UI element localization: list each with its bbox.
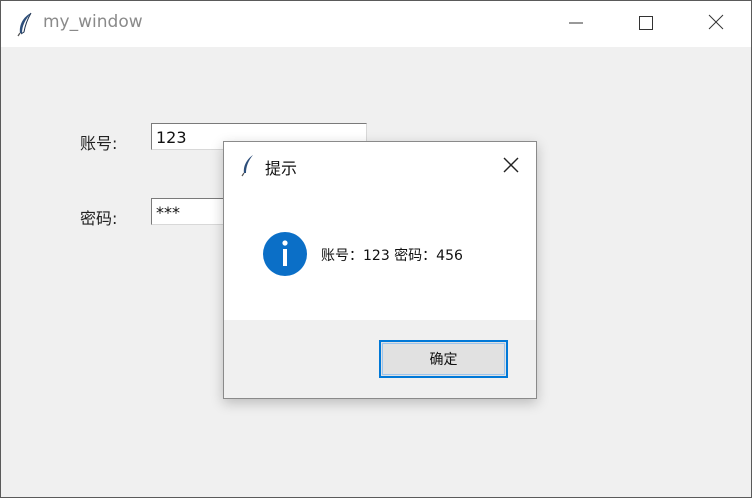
feather-icon bbox=[240, 153, 258, 177]
ok-button-label: 确定 bbox=[429, 352, 458, 368]
minimize-button[interactable] bbox=[547, 1, 605, 47]
maximize-icon bbox=[639, 15, 653, 34]
close-button[interactable] bbox=[687, 1, 745, 47]
close-icon bbox=[708, 14, 724, 34]
message-dialog: 提示 账号：123 密码：456 确定 bbox=[223, 141, 537, 399]
dialog-title: 提示 bbox=[265, 159, 298, 178]
window-title: my_window bbox=[43, 12, 143, 32]
info-icon bbox=[262, 231, 308, 277]
minimize-icon bbox=[569, 15, 583, 34]
account-label: 账号: bbox=[80, 134, 118, 153]
password-label: 密码: bbox=[80, 209, 118, 228]
title-bar[interactable]: my_window bbox=[1, 1, 751, 47]
dialog-close-icon[interactable] bbox=[500, 154, 522, 176]
dialog-message: 账号：123 密码：456 bbox=[321, 248, 463, 264]
ok-button[interactable]: 确定 bbox=[379, 340, 508, 378]
dialog-body: 提示 账号：123 密码：456 bbox=[224, 142, 536, 320]
feather-icon bbox=[15, 11, 37, 37]
maximize-button[interactable] bbox=[617, 1, 675, 47]
